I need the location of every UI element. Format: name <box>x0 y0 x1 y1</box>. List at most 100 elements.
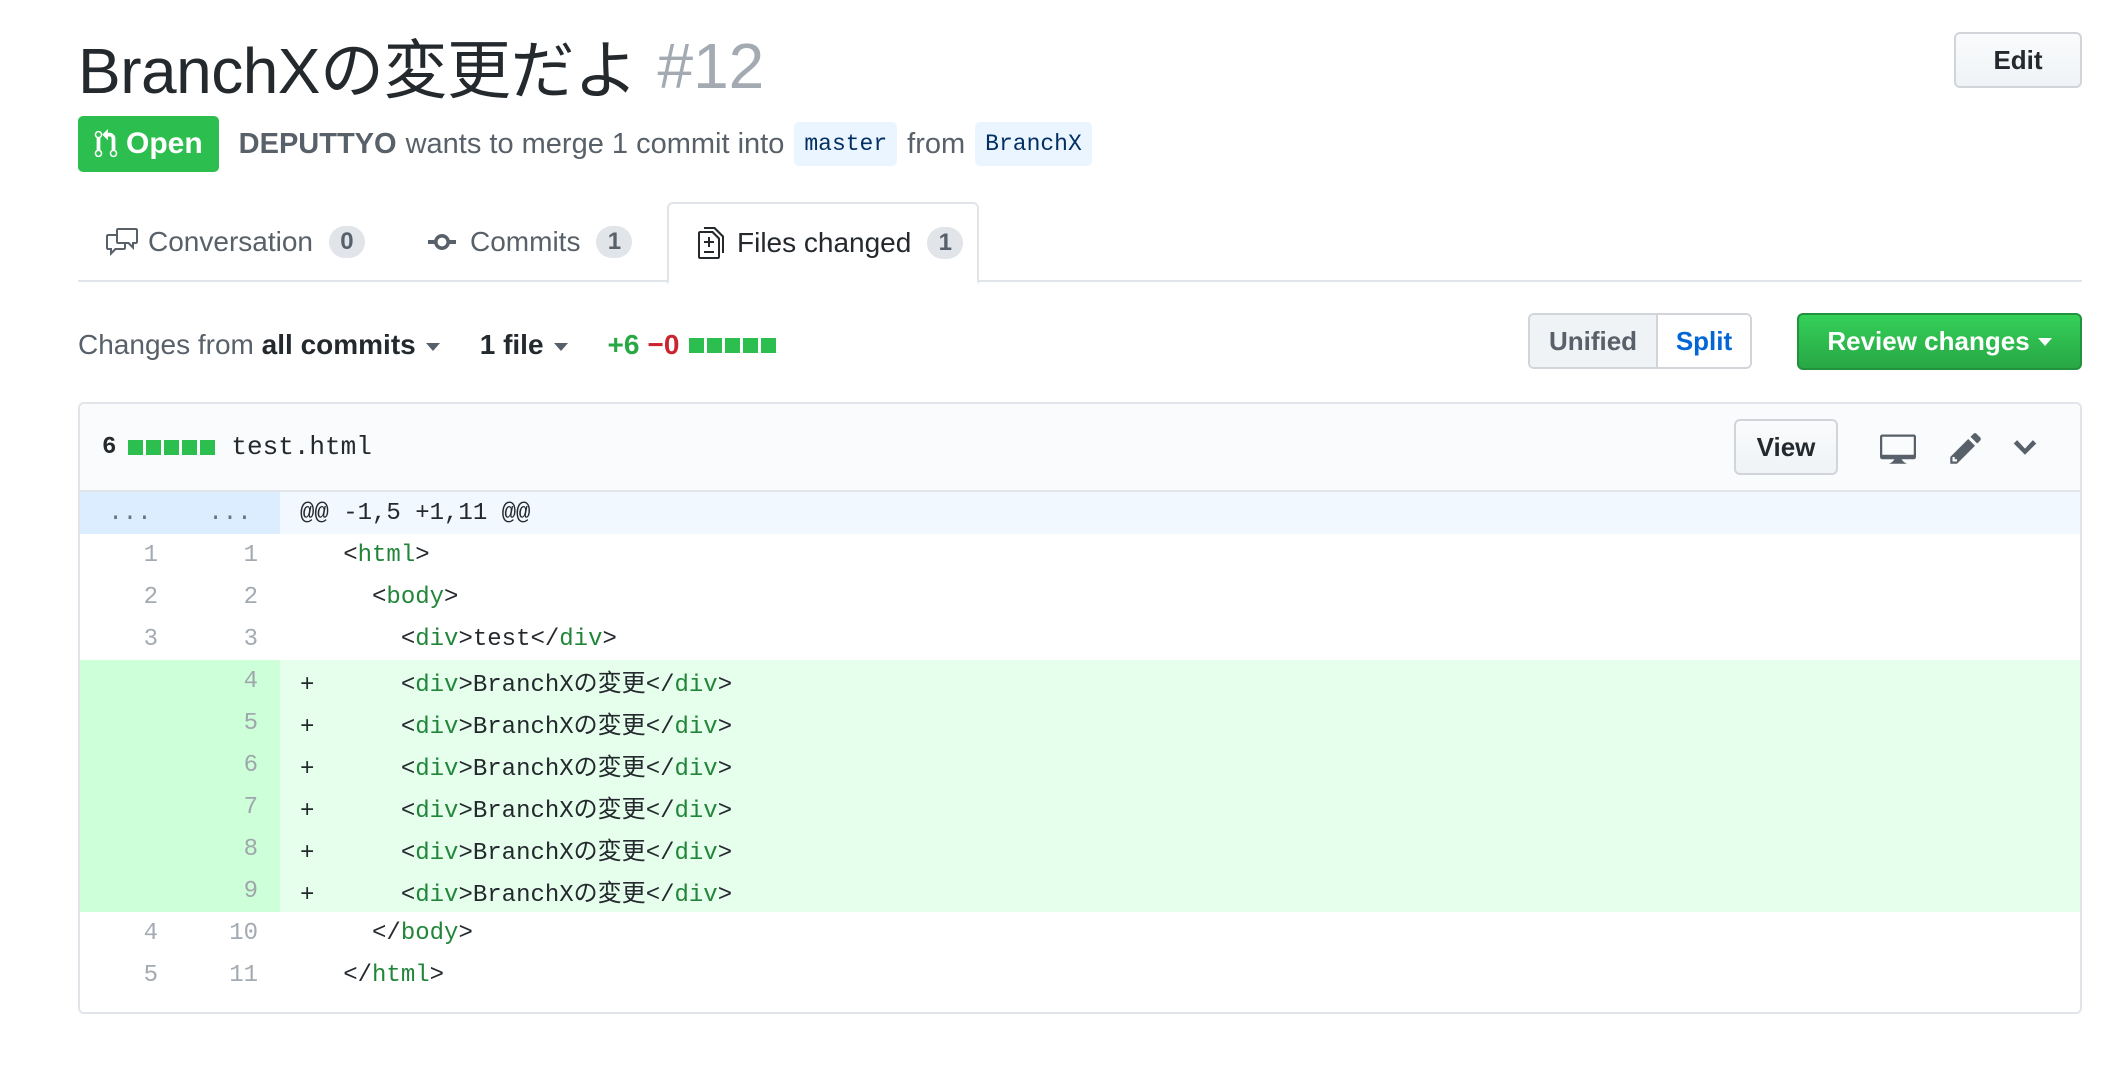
new-line-number[interactable]: 7 <box>180 786 280 828</box>
tab-conversation[interactable]: Conversation 0 <box>106 202 365 282</box>
code-punct: > <box>717 672 733 699</box>
code-line: + <div>BranchXの変更</div> <box>280 744 2080 786</box>
diff-view-toggle: Unified Split <box>1528 313 1752 369</box>
old-line-number[interactable]: 5 <box>80 954 180 996</box>
old-line-number[interactable] <box>80 702 180 744</box>
pr-title-row: BranchXの変更だよ #12 <box>78 26 765 107</box>
code-tag: div <box>415 882 459 909</box>
tab-conversation-count: 0 <box>328 226 365 258</box>
new-line-number[interactable]: 5 <box>180 702 280 744</box>
new-line-number[interactable]: 11 <box>180 954 280 996</box>
diff-line-context: 4 10 </body> <box>80 912 2080 954</box>
code-line: + <div>BranchXの変更</div> <box>280 702 2080 744</box>
code-punct: > <box>458 756 473 783</box>
hunk-header: @@ -1,5 +1,11 @@ <box>280 492 2080 534</box>
code-tag: div <box>674 756 718 783</box>
code-line: </html> <box>280 954 2080 996</box>
code-tag: div <box>674 798 718 825</box>
code-punct: > <box>717 882 733 909</box>
code-tag: html <box>372 961 430 989</box>
review-changes-label: Review changes <box>1827 326 2030 356</box>
code-punct: </ <box>645 756 675 783</box>
changes-from-select[interactable]: Changes from all commits <box>78 329 440 361</box>
state-label: Open <box>126 127 203 160</box>
new-line-number[interactable]: 6 <box>180 744 280 786</box>
code-tag: div <box>674 882 718 909</box>
code-punct: < <box>400 798 416 825</box>
diff-sign: + <box>300 714 401 741</box>
diff-sign: + <box>300 672 401 699</box>
diff-sign: + <box>300 882 401 909</box>
old-line-number[interactable] <box>80 744 180 786</box>
new-line-number[interactable]: 4 <box>180 660 280 702</box>
new-line-number[interactable]: 3 <box>180 618 280 660</box>
tab-commits[interactable]: Commits 1 <box>428 202 633 282</box>
code-tag: div <box>415 714 459 741</box>
hunk-header-row: ... ... @@ -1,5 +1,11 @@ <box>80 492 2080 534</box>
code-punct: </ <box>530 625 560 653</box>
old-line-number[interactable]: 4 <box>80 912 180 954</box>
code-line: + <div>BranchXの変更</div> <box>280 660 2080 702</box>
unified-button[interactable]: Unified <box>1530 315 1658 367</box>
pencil-icon[interactable] <box>1948 430 1984 466</box>
code-text: BranchXの変更 <box>472 840 646 867</box>
chevron-down-icon[interactable] <box>2010 430 2040 466</box>
expand-left[interactable]: ... <box>80 492 180 534</box>
chevron-down-icon <box>2037 337 2052 346</box>
diff-line-added: 9 + <div>BranchXの変更</div> <box>80 870 2080 912</box>
old-line-number[interactable]: 2 <box>80 576 180 618</box>
old-line-number[interactable] <box>80 828 180 870</box>
file-filter-select[interactable]: 1 file <box>480 329 568 361</box>
code-punct: < <box>343 541 358 569</box>
file-header: 6 test.html View <box>80 404 2080 492</box>
code-punct: </ <box>645 798 675 825</box>
new-line-number[interactable]: 2 <box>180 576 280 618</box>
old-line-number[interactable] <box>80 786 180 828</box>
old-line-number[interactable] <box>80 660 180 702</box>
base-branch[interactable]: master <box>794 122 898 166</box>
code-punct: > <box>717 840 733 867</box>
diff-line-context: 5 11 </html> <box>80 954 2080 996</box>
additions-count: +6 <box>607 329 640 360</box>
code-punct: < <box>400 756 416 783</box>
new-line-number[interactable]: 9 <box>180 870 280 912</box>
code-punct: > <box>458 919 473 947</box>
code-tag: div <box>415 756 459 783</box>
code-line: <body> <box>280 576 2080 618</box>
pr-number: #12 <box>657 30 765 102</box>
edit-button[interactable]: Edit <box>1954 32 2082 88</box>
code-punct: > <box>458 882 473 909</box>
device-desktop-icon[interactable] <box>1880 430 1916 466</box>
code-punct: > <box>458 840 473 867</box>
state-badge: Open <box>78 116 219 172</box>
diff-line-context: 22 <body> <box>80 576 2080 618</box>
comment-discussion-icon <box>106 228 138 256</box>
head-branch[interactable]: BranchX <box>975 122 1092 166</box>
author-link[interactable]: DEPUTTYO <box>239 128 397 161</box>
old-line-number[interactable] <box>80 870 180 912</box>
code-line: </body> <box>280 912 2080 954</box>
expand-right[interactable]: ... <box>180 492 280 534</box>
old-line-number[interactable]: 1 <box>80 534 180 576</box>
new-line-number[interactable]: 1 <box>180 534 280 576</box>
diff-toolbar: Changes from all commits 1 file +6 −0 <box>78 320 777 370</box>
from-text: from <box>907 127 966 160</box>
split-button[interactable]: Split <box>1658 315 1750 367</box>
code-punct: < <box>400 625 416 653</box>
file-name[interactable]: test.html <box>231 432 371 462</box>
code-line: + <div>BranchXの変更</div> <box>280 786 2080 828</box>
tab-files-changed-label: Files changed <box>737 227 912 258</box>
view-file-button[interactable]: View <box>1734 419 1838 475</box>
file-change-count: 6 <box>102 433 117 461</box>
code-punct: < <box>400 840 416 867</box>
review-changes-button[interactable]: Review changes <box>1797 313 2082 370</box>
code-punct: > <box>717 756 733 783</box>
code-punct: > <box>458 625 473 653</box>
tab-files-changed[interactable]: Files changed 1 <box>667 202 979 284</box>
new-line-number[interactable]: 8 <box>180 828 280 870</box>
new-line-number[interactable]: 10 <box>180 912 280 954</box>
code-text: BranchXの変更 <box>472 672 646 699</box>
changes-from-value: all commits <box>261 329 416 360</box>
old-line-number[interactable]: 3 <box>80 618 180 660</box>
code-text: BranchXの変更 <box>472 714 646 741</box>
